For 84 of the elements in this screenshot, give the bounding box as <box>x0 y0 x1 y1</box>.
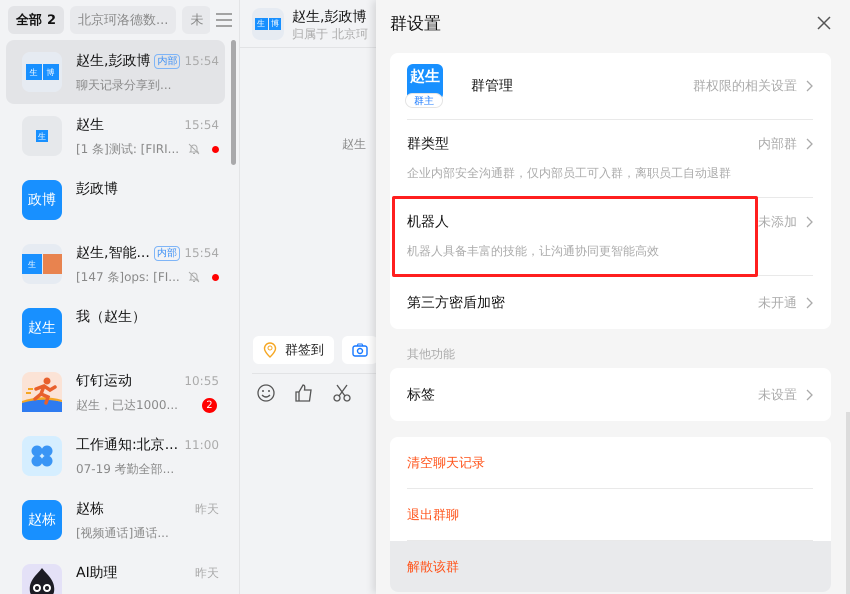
panel-title: 群设置 <box>390 12 441 34</box>
owner-badge: 群主 <box>405 93 443 108</box>
conversation-item[interactable]: 政博 彭政博 <box>6 168 225 232</box>
settings-row[interactable]: 赵生 群主 群管理 群权限的相关设置 <box>407 53 813 119</box>
message-preview: [1 条]测试: [FIRI... <box>76 140 180 158</box>
chat-subtitle: 归属于 北京珂 <box>292 26 368 43</box>
conversation-item[interactable]: 工作通知:北京... 11:00 07-19 考勤全部... <box>6 424 225 488</box>
message-preview: [147 条]ops: [FI... <box>76 268 180 286</box>
internal-tag: 内部 <box>154 246 180 260</box>
chevron-right-icon <box>805 216 813 228</box>
setting-value: 群权限的相关设置 <box>693 78 797 95</box>
message-time: 昨天 <box>195 500 219 518</box>
message-time: 10:55 <box>184 374 219 388</box>
location-pin-icon <box>263 342 277 358</box>
conversation-item[interactable]: 赵生 我（赵生） <box>6 296 225 360</box>
thumbs-up-icon[interactable] <box>295 384 313 402</box>
setting-label: 群管理 <box>471 77 513 95</box>
conversation-item[interactable]: 生 赵生,智能... 内部 15:54 [147 条]ops: [FI... <box>6 232 225 296</box>
setting-label: 标签 <box>407 386 435 404</box>
setting-label: 机器人 <box>407 213 449 231</box>
close-icon[interactable] <box>817 16 831 30</box>
conversation-item[interactable]: 生 赵生 15:54 [1 条]测试: [FIRI... <box>6 104 225 168</box>
quick-action-button[interactable] <box>342 336 376 364</box>
setting-description: 机器人具备丰富的技能，让沟通协同更智能高效 <box>407 243 660 260</box>
unread-badge: 2 <box>202 398 217 412</box>
avatar: 政博 <box>22 180 62 220</box>
contact-name: 彭政博 <box>76 180 118 198</box>
settings-row[interactable]: 机器人 未添加 机器人具备丰富的技能，让沟通协同更智能高效 <box>407 198 813 275</box>
contact-name: 赵生,智能... <box>76 244 150 262</box>
message-preview: 赵生，已达1000... <box>76 396 178 414</box>
quick-action-button[interactable]: 群签到 <box>253 336 334 364</box>
message-time: 15:54 <box>184 54 220 68</box>
setting-label: 群类型 <box>407 135 449 153</box>
chevron-right-icon <box>805 296 813 308</box>
chevron-right-icon <box>805 80 813 92</box>
conversation-item[interactable]: AI助理 昨天 <box>6 552 225 594</box>
four-circles-logo <box>22 436 62 476</box>
setting-value: 未添加 <box>758 214 797 231</box>
internal-tag: 内部 <box>154 54 180 68</box>
contact-name: 赵栋 <box>76 500 104 518</box>
setting-label: 第三方密盾加密 <box>407 294 505 312</box>
message-time: 昨天 <box>195 564 219 582</box>
setting-value: 内部群 <box>758 136 797 153</box>
avatar: 生 博 <box>22 52 62 92</box>
settings-row[interactable]: 第三方密盾加密 未开通 <box>407 276 813 329</box>
message-preview: 聊天记录分享到... <box>76 76 172 94</box>
filter-tab[interactable]: 全部 2 <box>8 6 64 34</box>
setting-description: 企业内部安全沟通群，仅内部员工可入群，离职员工自动退群 <box>407 165 732 182</box>
chat-title: 赵生,彭政博 <box>292 8 368 26</box>
message-time: 15:54 <box>184 246 219 260</box>
setting-value: 未开通 <box>758 294 797 312</box>
settings-row[interactable]: 标签 未设置 <box>407 368 813 421</box>
photo-placeholder <box>42 254 62 274</box>
contact-name: 赵生,彭政博 <box>76 52 150 70</box>
avatar: 生 <box>22 116 62 156</box>
scissors-icon[interactable] <box>333 384 351 402</box>
conversation-item[interactable]: 钉钉运动 10:55 赵生，已达1000... 2 <box>6 360 225 424</box>
contact-name: AI助理 <box>76 564 118 582</box>
system-notice: 赵生 <box>342 137 366 151</box>
message-preview: [视频通话]通话... <box>76 524 169 542</box>
chevron-right-icon <box>805 388 813 400</box>
scrollbar[interactable] <box>231 40 236 165</box>
avatar: 生 <box>22 244 62 284</box>
mascot-drawing <box>22 564 62 594</box>
message-time: 15:54 <box>184 118 219 132</box>
conversation-item[interactable]: 赵栋 赵栋 昨天 [视频通话]通话... <box>6 488 225 552</box>
menu-icon[interactable] <box>216 13 232 27</box>
message-time: 11:00 <box>184 438 219 452</box>
camera-icon <box>352 343 368 357</box>
contact-name: 工作通知:北京... <box>76 436 178 454</box>
chevron-right-icon <box>805 138 813 150</box>
conversation-item[interactable]: 生 博 赵生,彭政博 内部 15:54 聊天记录分享到... <box>6 40 225 104</box>
avatar: 生 博 <box>252 8 284 40</box>
setting-value: 未设置 <box>758 386 797 404</box>
section-label: 其他功能 <box>406 346 456 362</box>
contact-name: 钉钉运动 <box>76 372 132 390</box>
avatar: 赵生 <box>22 308 62 348</box>
avatar: 赵栋 <box>22 500 62 540</box>
settings-row[interactable]: 群类型 内部群 企业内部安全沟通群，仅内部员工可入群，离职员工自动退群 <box>407 120 813 197</box>
contact-name: 赵生 <box>76 116 104 134</box>
smiley-icon[interactable] <box>257 384 275 402</box>
running-figure-logo <box>22 372 62 412</box>
message-preview: 07-19 考勤全部... <box>76 460 174 478</box>
contact-name: 我（赵生） <box>76 308 146 326</box>
